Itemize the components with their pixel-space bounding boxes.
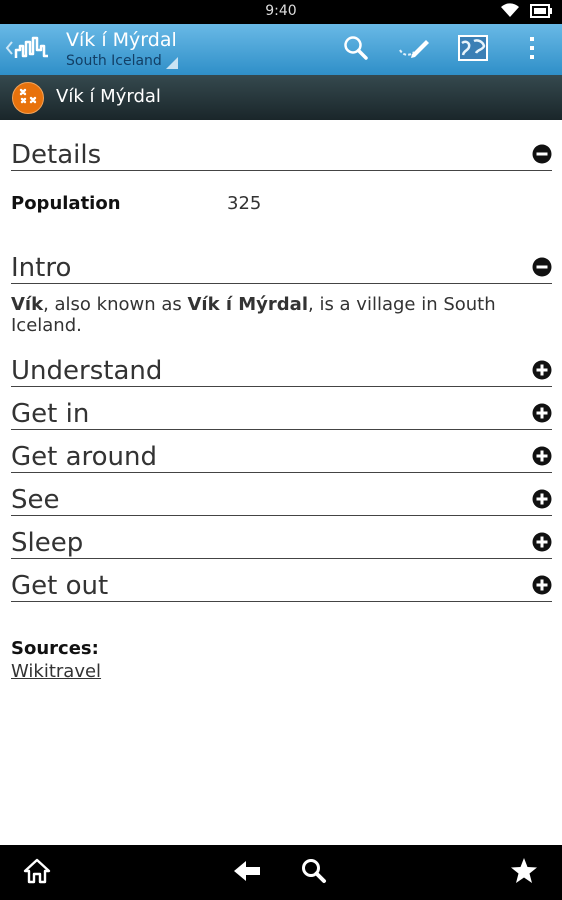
- overflow-menu-icon: [528, 36, 536, 64]
- intro-bold-name: Vík: [11, 294, 44, 315]
- edit-route-icon: [398, 36, 430, 64]
- section-title: Sleep: [11, 528, 84, 558]
- search-button[interactable]: [338, 32, 374, 68]
- section-details[interactable]: Details: [11, 138, 552, 171]
- city-marker-icon: [12, 82, 44, 114]
- map-button[interactable]: [455, 32, 491, 68]
- section-see[interactable]: See: [11, 483, 552, 516]
- page-title: Vík í Mýrdal: [56, 86, 161, 107]
- search-button-bottom[interactable]: [298, 857, 330, 889]
- section-get-in[interactable]: Get in: [11, 397, 552, 430]
- back-icon: [4, 40, 14, 60]
- battery-icon: [530, 3, 552, 22]
- dropdown-triangle-icon: [166, 57, 178, 69]
- map-icon: [458, 35, 488, 65]
- collapse-icon: [532, 144, 552, 164]
- intro-text: , also known as: [43, 294, 188, 315]
- edit-route-button[interactable]: [396, 32, 432, 68]
- bottom-nav-bar: [0, 845, 562, 900]
- sources-block: Sources: Wikitravel: [11, 638, 101, 682]
- section-title: Details: [11, 140, 102, 170]
- home-icon: [23, 858, 51, 888]
- section-get-around[interactable]: Get around: [11, 440, 552, 473]
- wikitravel-link[interactable]: Wikitravel: [11, 661, 101, 682]
- region-selector[interactable]: South Iceland: [66, 53, 162, 69]
- action-bar: Vík í Mýrdal South Iceland: [0, 24, 562, 75]
- star-icon: [510, 857, 538, 889]
- back-arrow-icon: [232, 859, 262, 887]
- status-bar: 9:40: [0, 0, 562, 24]
- back-button[interactable]: [231, 857, 263, 889]
- search-icon: [301, 858, 327, 888]
- section-sleep[interactable]: Sleep: [11, 526, 552, 559]
- collapse-icon: [532, 257, 552, 277]
- expand-icon: [532, 575, 552, 595]
- wifi-icon: [500, 2, 520, 22]
- section-understand[interactable]: Understand: [11, 354, 552, 387]
- population-value: 325: [227, 192, 262, 214]
- search-icon: [343, 35, 369, 65]
- expand-icon: [532, 403, 552, 423]
- section-title: Get in: [11, 399, 90, 429]
- expand-icon: [532, 489, 552, 509]
- section-title: Get around: [11, 442, 158, 472]
- status-time: 9:40: [265, 3, 297, 19]
- expand-icon: [532, 446, 552, 466]
- section-title: See: [11, 485, 60, 515]
- intro-bold-fullname: Vík í Mýrdal: [187, 294, 309, 315]
- population-row: Population 325: [11, 171, 552, 233]
- home-up-button[interactable]: [4, 34, 52, 66]
- section-title: Understand: [11, 356, 163, 386]
- action-bar-title: Vík í Mýrdal: [66, 29, 177, 51]
- app-logo-icon: [14, 36, 50, 64]
- section-intro[interactable]: Intro: [11, 251, 552, 284]
- page-title-bar: Vík í Mýrdal: [0, 75, 562, 120]
- expand-icon: [532, 532, 552, 552]
- home-button[interactable]: [21, 857, 53, 889]
- article-content: Details Population 325 Intro Vík, also k…: [11, 120, 552, 602]
- status-icons: [500, 3, 552, 21]
- population-label: Population: [11, 192, 121, 214]
- intro-paragraph: Vík, also known as Vík í Mýrdal, is a vi…: [11, 294, 552, 336]
- expand-icon: [532, 360, 552, 380]
- section-get-out[interactable]: Get out: [11, 569, 552, 602]
- section-title: Intro: [11, 253, 72, 283]
- sources-label: Sources:: [11, 638, 99, 659]
- overflow-menu-button[interactable]: [514, 32, 550, 68]
- section-title: Get out: [11, 571, 109, 601]
- bookmark-button[interactable]: [508, 857, 540, 889]
